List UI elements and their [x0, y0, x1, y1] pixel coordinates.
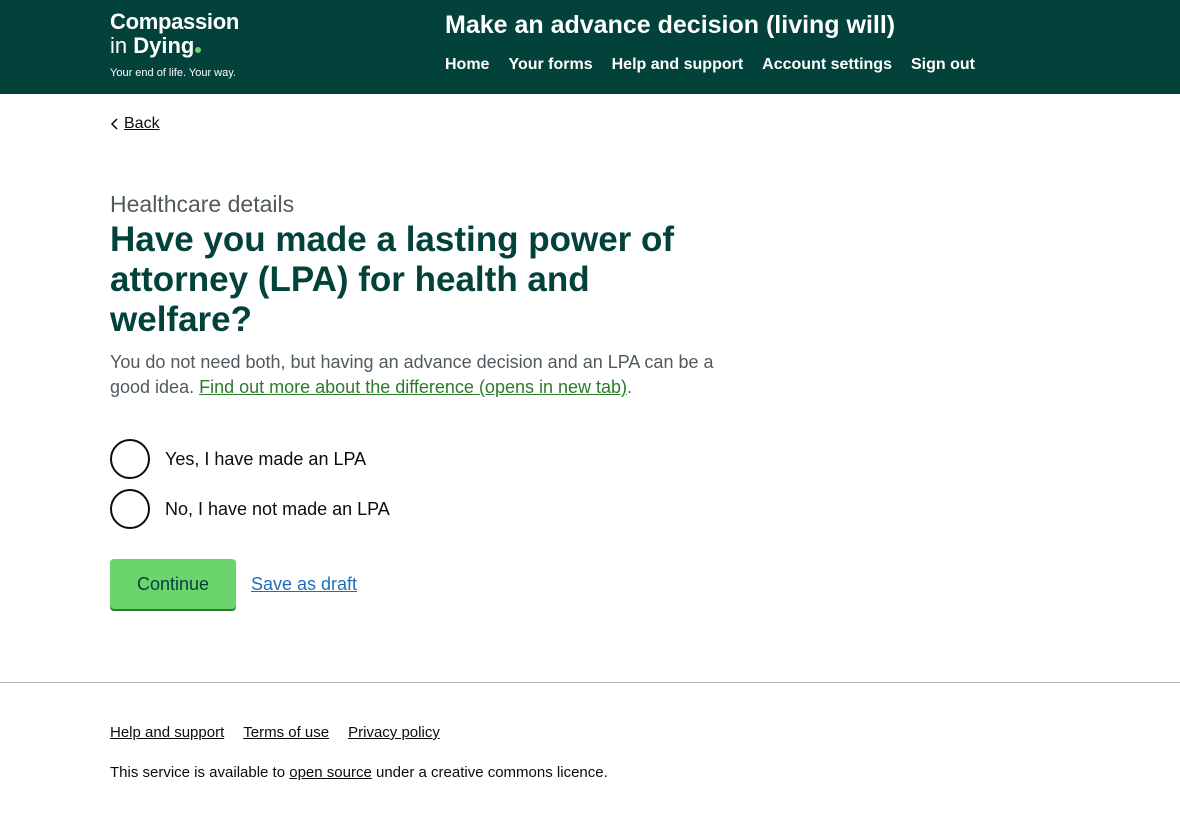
logo-line2: in Dying [110, 33, 202, 58]
nav-home[interactable]: Home [445, 54, 489, 76]
radio-yes[interactable] [110, 439, 150, 479]
nav-your-forms[interactable]: Your forms [508, 54, 592, 76]
back-link[interactable]: Back [124, 113, 160, 135]
footer-help-and-support[interactable]: Help and support [110, 722, 224, 744]
back-link-container: Back [110, 113, 160, 135]
footer-terms-of-use[interactable]: Terms of use [243, 722, 329, 744]
chevron-left-icon [110, 118, 118, 130]
logo-tagline: Your end of life. Your way. [110, 67, 236, 79]
logo-line1: Compassion [110, 9, 240, 34]
header-nav: Home Your forms Help and support Account… [445, 54, 994, 76]
logo-dying: Dying [133, 33, 195, 58]
logo-in: in [110, 33, 128, 58]
nav-sign-out[interactable]: Sign out [911, 54, 975, 76]
difference-link[interactable]: Find out more about the difference (open… [199, 377, 627, 397]
continue-button[interactable]: Continue [110, 559, 236, 609]
section-caption: Healthcare details [110, 191, 295, 217]
radio-label-yes[interactable]: Yes, I have made an LPA [165, 447, 366, 471]
open-source-link[interactable]: open source [289, 764, 372, 781]
hint-end: . [627, 377, 633, 397]
licence-before: This service is available to [110, 764, 286, 781]
page-title: Have you made a lasting power of attorne… [110, 220, 675, 339]
hint-text: You do not need both, but having an adva… [110, 350, 740, 400]
nav-help-and-support[interactable]: Help and support [612, 54, 744, 76]
logo-dot-icon [195, 47, 202, 53]
nav-account-settings[interactable]: Account settings [762, 54, 892, 76]
radio-label-no[interactable]: No, I have not made an LPA [165, 497, 390, 521]
licence-text: This service is available to open source… [110, 762, 608, 784]
site-header: Compassion in Dying Your end of life. Yo… [0, 0, 1180, 94]
radio-option-yes[interactable]: Yes, I have made an LPA [110, 439, 366, 479]
radio-option-no[interactable]: No, I have not made an LPA [110, 489, 390, 529]
radio-no[interactable] [110, 489, 150, 529]
licence-after: under a creative commons licence. [375, 764, 608, 781]
save-as-draft-link[interactable]: Save as draft [251, 572, 357, 596]
footer-divider [0, 682, 1180, 683]
footer-privacy-policy[interactable]: Privacy policy [348, 722, 440, 744]
logo[interactable]: Compassion in Dying Your end of life. Yo… [110, 10, 255, 84]
footer-links: Help and support Terms of use Privacy po… [110, 722, 459, 744]
service-title[interactable]: Make an advance decision (living will) [445, 8, 895, 42]
